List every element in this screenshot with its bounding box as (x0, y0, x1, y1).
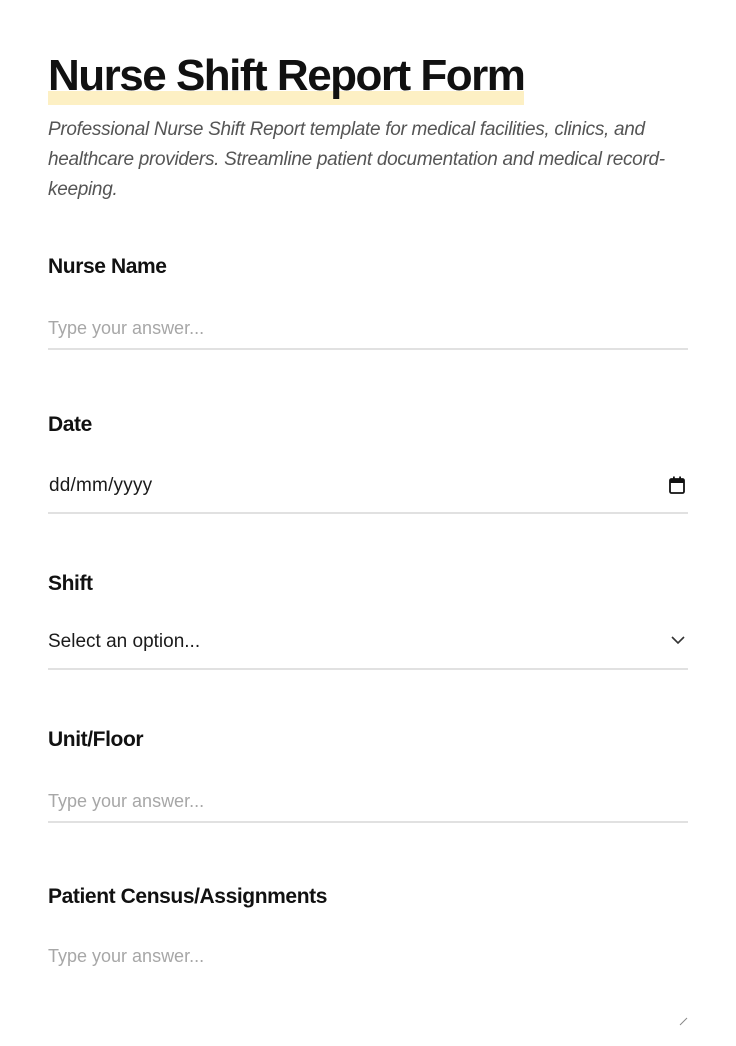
patient-census-textarea[interactable] (48, 936, 688, 1004)
resize-handle-icon[interactable] (678, 1016, 688, 1026)
question-date: Date dd/mm/yyyy (48, 411, 688, 514)
shift-select[interactable]: Select an option... (48, 622, 688, 670)
question-label: Patient Census/Assignments (48, 885, 328, 908)
shift-select-value: Select an option... (48, 631, 201, 652)
question-unit-floor: Unit/Floor (48, 726, 688, 823)
nurse-name-field-wrapper (48, 308, 688, 350)
question-label: Nurse Name (48, 255, 167, 278)
unit-floor-field-wrapper (48, 781, 688, 823)
date-input-value: dd/mm/yyyy (49, 475, 153, 496)
question-label: Shift (48, 572, 93, 595)
question-shift: Shift Select an option... (48, 570, 688, 670)
question-label: Date (48, 413, 92, 436)
question-label: Unit/Floor (48, 728, 144, 751)
form-title-wrapper: Nurse Shift Report Form (48, 50, 526, 105)
date-input[interactable]: dd/mm/yyyy (48, 466, 688, 514)
unit-floor-input[interactable] (48, 781, 688, 821)
question-nurse-name: Nurse Name (48, 253, 688, 350)
calendar-icon[interactable] (668, 475, 686, 495)
patient-census-field-wrapper (48, 936, 688, 1046)
form-title: Nurse Shift Report Form (48, 51, 526, 100)
question-patient-census: Patient Census/Assignments (48, 883, 688, 1004)
form-description: Professional Nurse Shift Report template… (48, 119, 665, 200)
chevron-down-icon[interactable] (670, 634, 686, 646)
nurse-name-input[interactable] (48, 308, 688, 348)
